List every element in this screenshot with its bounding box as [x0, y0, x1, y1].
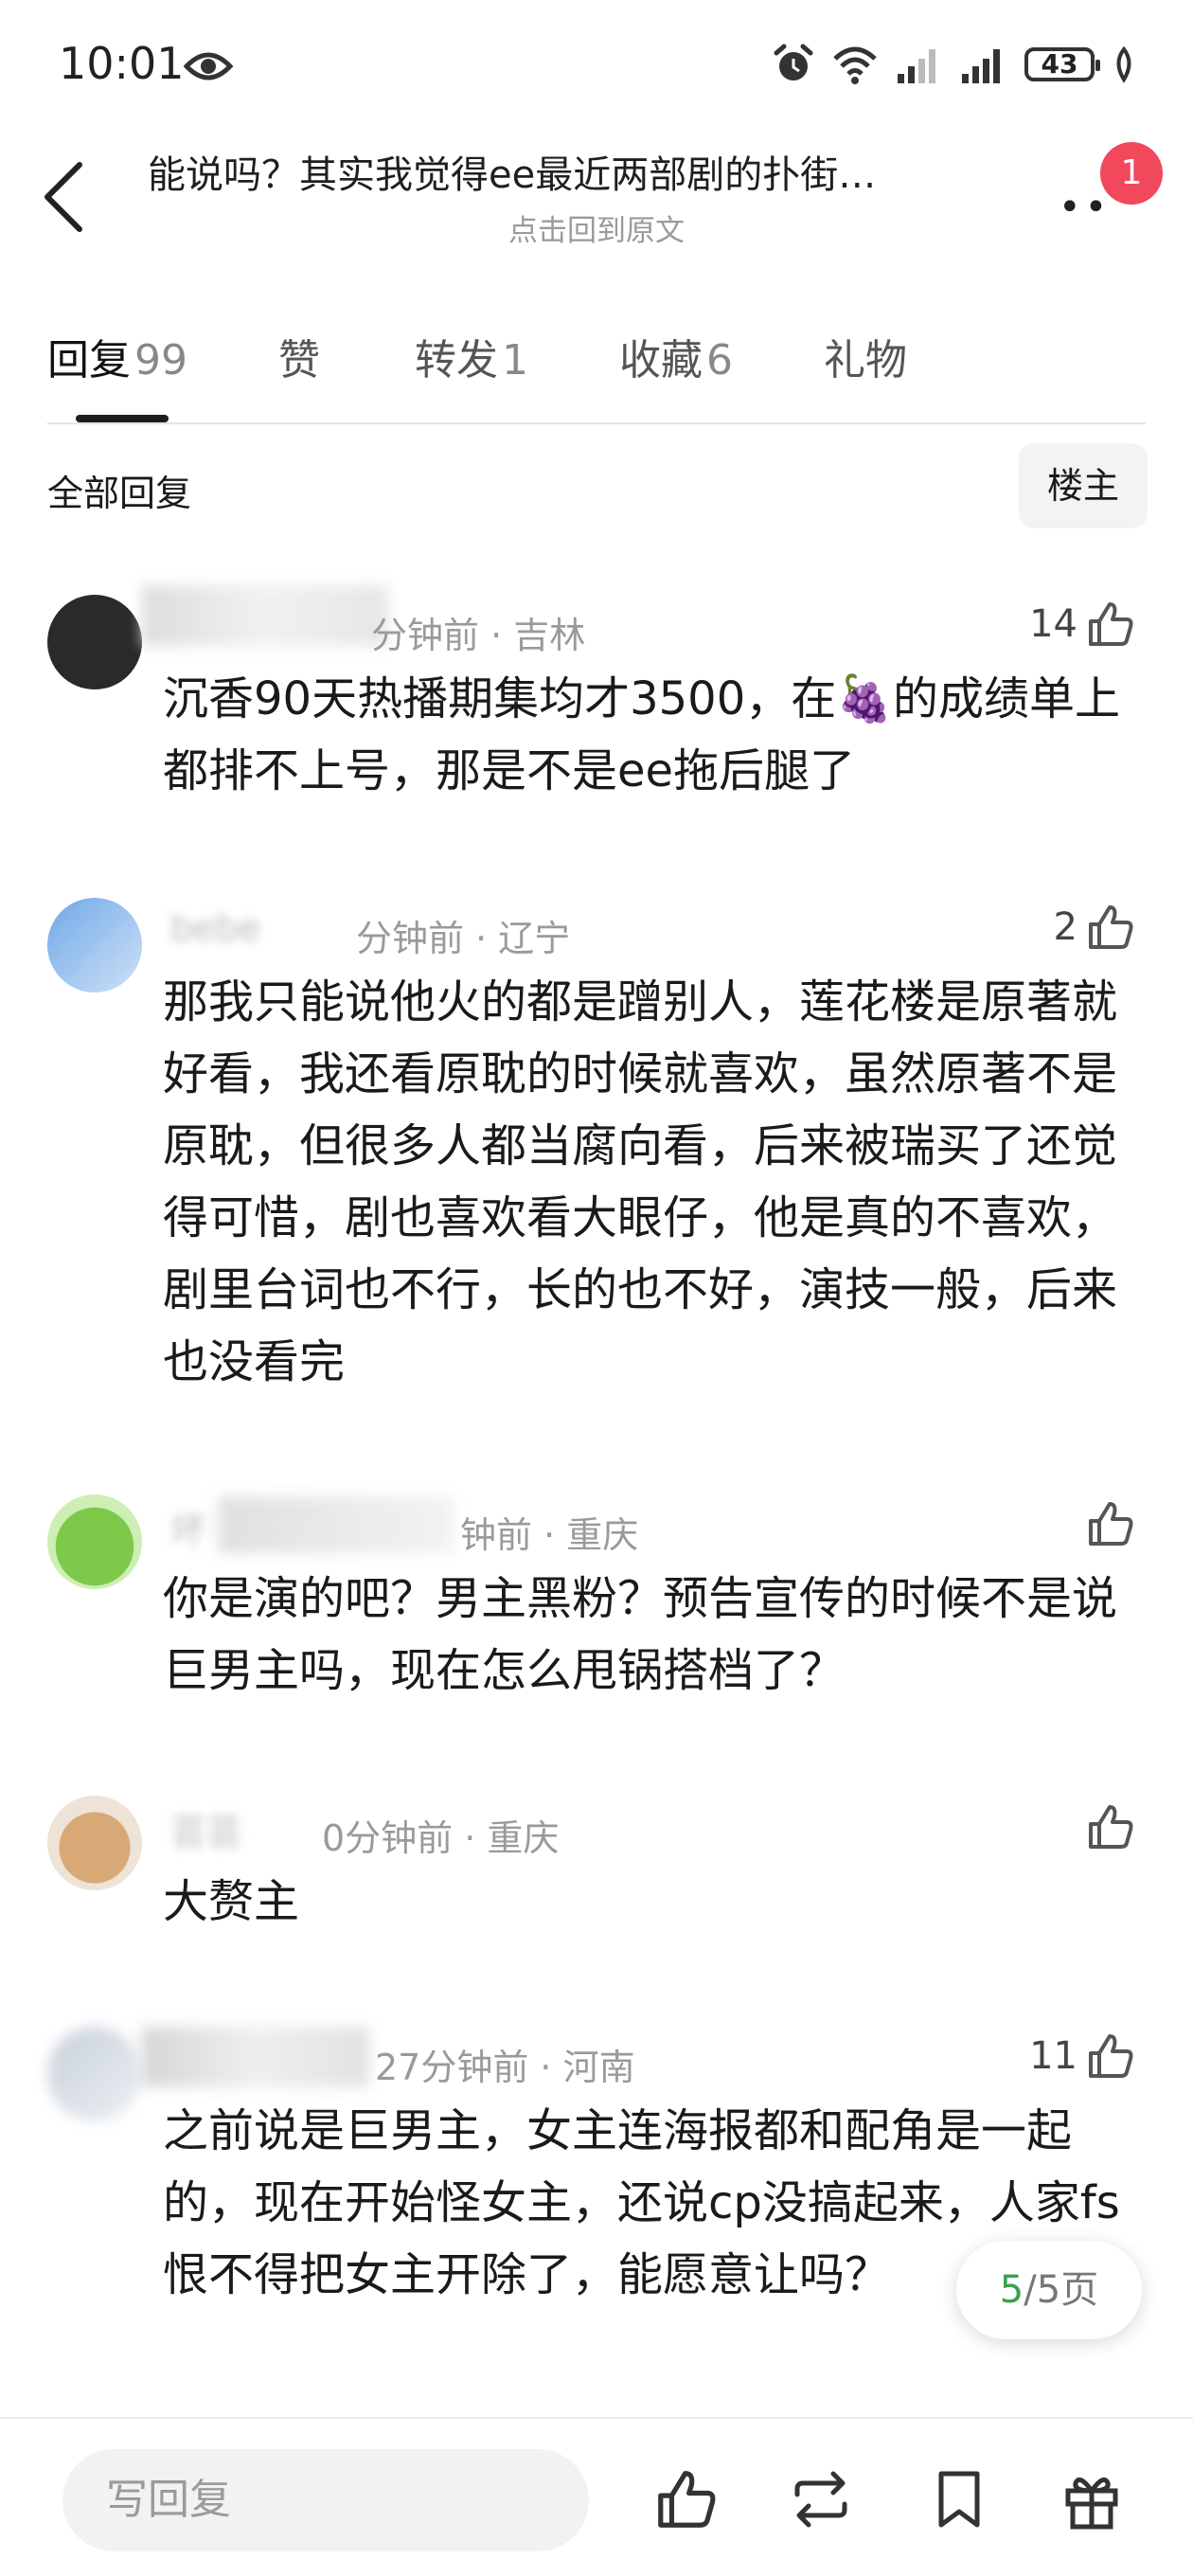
comment-text: 你是演的吧？男主黑粉？预告宣传的时候不是说巨男主吗，现在怎么甩锅搭档了？ — [163, 1572, 1118, 1697]
avatar[interactable] — [47, 1494, 142, 1589]
all-replies-label: 全部回复 — [47, 473, 192, 514]
like-button[interactable]: 14 — [1029, 599, 1136, 650]
comment-text: 那我只能说他火的都是蹭别人，莲花楼是原著就好看，我还看原耽的时候就喜欢，虽然原著… — [163, 975, 1118, 1388]
page-indicator[interactable]: 5/5页 — [956, 2241, 1142, 2339]
comment-meta: 27分钟前 · 河南 — [375, 2047, 635, 2088]
tab-replies[interactable]: 回复99 — [47, 326, 187, 386]
bottom-divider — [0, 2417, 1193, 2419]
eye-icon — [184, 52, 233, 80]
username-blurred — [142, 2027, 369, 2087]
comment-text: 沉香90天热播期集均才3500，在🍇的成绩单上都排不上号，那是不是ee拖后腿了 — [163, 672, 1121, 797]
signal-icon-2 — [962, 49, 1000, 83]
like-count: 2 — [1053, 905, 1077, 949]
avatar[interactable] — [47, 2027, 142, 2121]
battery-indicator: 43 — [1024, 47, 1100, 81]
status-icons: 43 — [773, 42, 1136, 87]
comment-meta: 钟前 · 重庆 — [460, 1514, 639, 1556]
status-time: 10:01 — [59, 38, 185, 89]
like-button[interactable] — [1077, 1498, 1136, 1549]
like-button[interactable] — [1077, 1801, 1136, 1852]
repost-icon[interactable] — [788, 2466, 854, 2532]
thumbs-up-icon — [1089, 2034, 1133, 2078]
like-count: 14 — [1029, 602, 1077, 646]
notification-badge[interactable]: 1 — [1100, 142, 1163, 205]
like-count: 11 — [1029, 2034, 1077, 2078]
thumbs-up-icon — [1089, 1805, 1133, 1849]
username[interactable]: 芸芸 — [170, 1803, 242, 1855]
like-button[interactable]: 11 — [1029, 2030, 1136, 2082]
username-blurred — [218, 1496, 454, 1553]
more-menu-icon[interactable]: •• — [1059, 186, 1111, 229]
avatar[interactable] — [47, 595, 142, 689]
username-blurred — [142, 585, 388, 646]
reply-input[interactable]: 写回复 — [62, 2449, 589, 2551]
tab-reposts[interactable]: 转发1 — [415, 326, 528, 386]
post-title[interactable]: 能说吗？其实我觉得ee最近两部剧的扑街… — [148, 144, 1038, 199]
avatar[interactable] — [47, 1796, 142, 1890]
comment-meta: 分钟前 · 辽宁 — [356, 918, 571, 959]
tab-likes[interactable]: 赞 — [278, 326, 324, 386]
alarm-icon — [774, 44, 813, 80]
avatar[interactable] — [47, 898, 142, 993]
thumbs-up-icon[interactable] — [653, 2466, 720, 2532]
bookmark-icon[interactable] — [926, 2466, 992, 2532]
username[interactable]: 坏 — [170, 1502, 206, 1554]
tab-bar: 回复99 赞 转发1 收藏6 礼物 — [47, 326, 1002, 386]
thumbs-up-icon — [1089, 905, 1133, 949]
comment-meta: 分钟前 · 吉林 — [371, 615, 586, 656]
thumbs-up-icon — [1089, 602, 1133, 646]
leaf-icon — [1116, 45, 1131, 83]
comment-text: 大赘主 — [163, 1875, 300, 1928]
wifi-icon — [833, 46, 877, 84]
comment-meta: 0分钟前 · 重庆 — [322, 1817, 560, 1859]
like-button[interactable]: 2 — [1054, 902, 1136, 953]
tab-gifts[interactable]: 礼物 — [824, 326, 911, 386]
tab-favorites[interactable]: 收藏6 — [619, 326, 733, 386]
signal-icon — [898, 49, 935, 83]
gift-icon[interactable] — [1059, 2466, 1125, 2532]
divider — [47, 422, 1146, 424]
back-to-original-link[interactable]: 点击回到原文 — [0, 206, 1193, 249]
active-tab-indicator — [76, 415, 169, 422]
username[interactable]: bebe — [170, 907, 260, 949]
op-only-button[interactable]: 楼主 — [1019, 443, 1148, 528]
thumbs-up-icon — [1089, 1502, 1133, 1546]
